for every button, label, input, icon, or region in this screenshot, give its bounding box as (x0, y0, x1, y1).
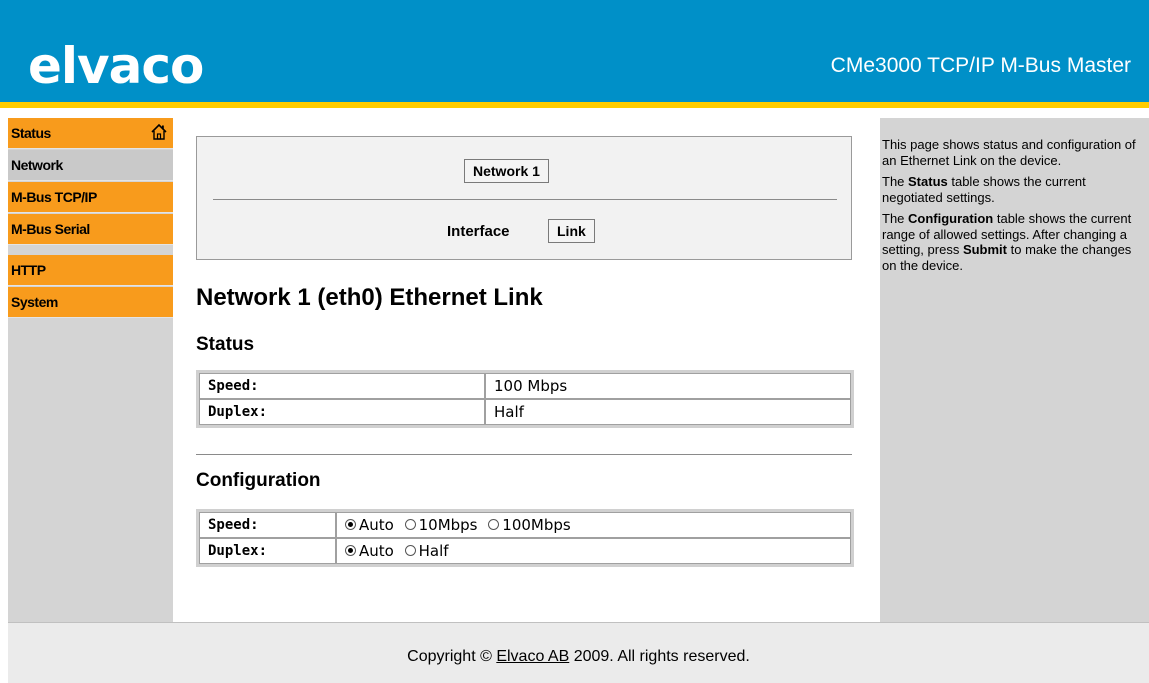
help-bold: Configuration (908, 211, 994, 226)
sidebar-item-label: System (11, 294, 58, 310)
config-speed-options: Auto 10Mbps 100Mbps (336, 512, 851, 538)
elvaco-logo: elvaco (28, 37, 204, 95)
speed-100mbps-radio[interactable] (488, 519, 500, 530)
main-content: Network 1 Interface Link Network 1 (eth0… (174, 118, 880, 622)
sidebar-item-label: HTTP (11, 262, 46, 278)
network-1-button[interactable]: Network 1 (464, 159, 549, 183)
table-row: Speed: 100 Mbps (199, 373, 851, 399)
sidebar-item-mbus-serial[interactable]: M-Bus Serial (8, 214, 173, 245)
config-duplex-options: Auto Half (336, 538, 851, 564)
interface-label: Interface (447, 223, 510, 240)
footer: Copyright © Elvaco AB 2009. All rights r… (8, 622, 1149, 683)
speed-label: Speed: (199, 373, 485, 399)
link-button[interactable]: Link (548, 219, 595, 243)
table-row: Speed: Auto 10Mbps 100Mbps (199, 512, 851, 538)
sidebar: Status Network M-Bus TCP/IP M-Bus Serial… (8, 118, 173, 622)
sidebar-item-network[interactable]: Network (8, 150, 173, 181)
section-divider (196, 454, 852, 455)
home-icon[interactable] (150, 123, 168, 141)
sidebar-item-label: Status (11, 125, 51, 141)
duplex-label: Duplex: (199, 399, 485, 425)
duplex-half-label: Half (418, 542, 449, 560)
config-duplex-label: Duplex: (199, 538, 336, 564)
elvaco-link[interactable]: Elvaco AB (496, 648, 569, 665)
sidebar-item-label: Network (11, 157, 63, 173)
table-row: Duplex: Half (199, 399, 851, 425)
speed-10mbps-radio[interactable] (404, 519, 416, 530)
sidebar-item-system[interactable]: System (8, 287, 173, 318)
speed-auto-label: Auto (359, 516, 394, 534)
duplex-auto-label: Auto (359, 542, 394, 560)
page-title: Network 1 (eth0) Ethernet Link (196, 284, 543, 311)
speed-10mbps-label: 10Mbps (418, 516, 478, 534)
status-table: Speed: 100 Mbps Duplex: Half (196, 370, 854, 428)
speed-100mbps-label: 100Mbps (502, 516, 571, 534)
duplex-auto-radio[interactable] (345, 545, 356, 556)
speed-auto-radio[interactable] (345, 519, 356, 530)
product-name: CMe3000 TCP/IP M-Bus Master (830, 54, 1131, 77)
header-divider (0, 108, 1149, 111)
speed-value: 100 Mbps (485, 373, 851, 399)
help-text: The (882, 174, 909, 189)
help-text: The (882, 211, 909, 226)
help-paragraph: The Status table shows the current negot… (880, 174, 1145, 205)
duplex-half-radio[interactable] (404, 545, 416, 556)
duplex-value: Half (485, 399, 851, 425)
sidebar-item-mbus-tcpip[interactable]: M-Bus TCP/IP (8, 182, 173, 213)
config-speed-label: Speed: (199, 512, 336, 538)
sidebar-item-label: M-Bus Serial (11, 221, 90, 237)
copyright-post: 2009. All rights reserved. (569, 648, 750, 665)
configuration-table: Speed: Auto 10Mbps 100Mbps Duplex: Auto … (196, 509, 854, 567)
status-heading: Status (196, 334, 255, 355)
help-bold: Submit (962, 242, 1007, 257)
sidebar-item-status[interactable]: Status (8, 118, 173, 149)
sidebar-item-http[interactable]: HTTP (8, 255, 173, 286)
copyright-text: Copyright © Elvaco AB 2009. All rights r… (8, 648, 1149, 666)
copyright-pre: Copyright © (407, 648, 497, 665)
configuration-heading: Configuration (196, 470, 321, 491)
selector-panel: Network 1 Interface Link (196, 136, 852, 260)
table-row: Duplex: Auto Half (199, 538, 851, 564)
help-panel: This page shows status and configuration… (880, 118, 1149, 622)
header-banner: elvaco CMe3000 TCP/IP M-Bus Master (0, 0, 1149, 102)
help-bold: Status (908, 174, 948, 189)
help-paragraph: The Configuration table shows the curren… (880, 211, 1145, 273)
help-paragraph: This page shows status and configuration… (882, 137, 1136, 168)
selector-divider (213, 199, 837, 200)
sidebar-item-label: M-Bus TCP/IP (11, 189, 97, 205)
